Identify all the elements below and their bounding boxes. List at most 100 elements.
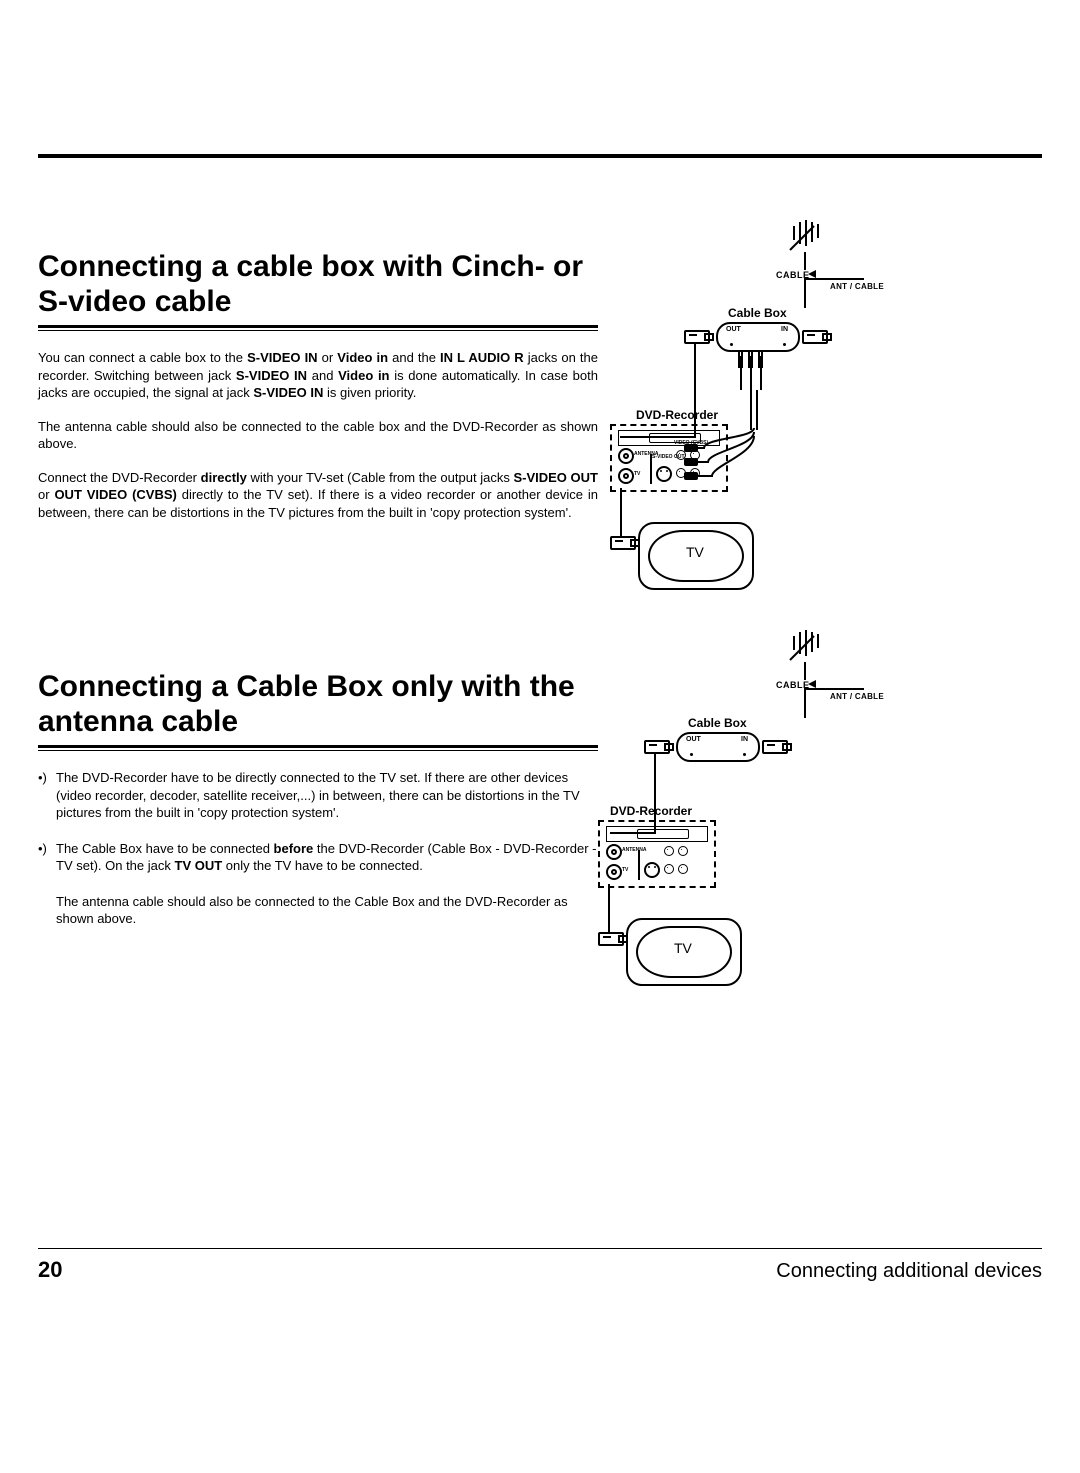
wire bbox=[804, 688, 806, 718]
section1-p2: The antenna cable should also be connect… bbox=[38, 418, 598, 453]
label-video: VIDEO (CVBS) bbox=[674, 440, 708, 446]
label-out: OUT bbox=[726, 326, 741, 333]
t: directly bbox=[201, 470, 247, 485]
section1-p3: Connect the DVD-Recorder directly with y… bbox=[38, 469, 598, 522]
t: You can connect a cable box to the bbox=[38, 350, 247, 365]
label-antenna-small: ANTENNA bbox=[622, 847, 646, 853]
section2-title: Connecting a Cable Box only with the ant… bbox=[38, 670, 598, 739]
label-ant-cable: ANT / CABLE bbox=[830, 282, 884, 291]
label-in: IN bbox=[741, 736, 748, 743]
t: Connect the DVD-Recorder bbox=[38, 470, 201, 485]
jack-dot bbox=[743, 753, 746, 756]
t: S-VIDEO IN bbox=[236, 368, 307, 383]
rule-heavy bbox=[38, 745, 598, 748]
page-number: 20 bbox=[38, 1257, 62, 1283]
rca-jack-icon bbox=[690, 468, 700, 478]
t: Video in bbox=[337, 350, 388, 365]
jack-dot bbox=[783, 343, 786, 346]
rca-plug-icon bbox=[738, 356, 768, 390]
label-tv: TV bbox=[674, 940, 692, 956]
antenna-icon bbox=[784, 630, 828, 664]
coax-plug-icon bbox=[802, 330, 828, 344]
jack-dot bbox=[730, 343, 733, 346]
wire bbox=[804, 662, 806, 680]
rule-thin bbox=[38, 330, 598, 331]
section2-list: The DVD-Recorder have to be directly con… bbox=[38, 769, 598, 875]
rule-heavy bbox=[38, 325, 598, 328]
wire bbox=[608, 884, 610, 932]
t: before bbox=[274, 841, 314, 856]
wire bbox=[804, 688, 864, 690]
svideo-jack-icon bbox=[656, 466, 672, 482]
wire bbox=[804, 252, 806, 270]
footer-rule bbox=[38, 1248, 1042, 1249]
wire bbox=[804, 278, 864, 280]
label-cable-box: Cable Box bbox=[728, 306, 787, 320]
label-cable-box: Cable Box bbox=[688, 716, 747, 730]
section-cinch-svideo: Connecting a cable box with Cinch- or S-… bbox=[38, 0, 1042, 610]
t: with your TV-set (Cable from the output … bbox=[251, 470, 514, 485]
rca-jack-icon bbox=[676, 468, 686, 478]
coax-plug-icon bbox=[644, 740, 670, 754]
wire bbox=[804, 278, 806, 308]
rca-jack-icon bbox=[664, 864, 674, 874]
dvd-recorder-box: ANTENNA TV S-VIDEO OUT VIDEO (CVBS) bbox=[610, 424, 728, 492]
section2-title-text: Connecting a Cable Box only with the ant… bbox=[38, 670, 575, 738]
coax-plug-icon bbox=[684, 330, 710, 344]
rule-thin bbox=[38, 750, 598, 751]
wire bbox=[620, 488, 622, 536]
t: is given priority. bbox=[327, 385, 416, 400]
coax-plug-icon bbox=[610, 536, 636, 550]
t: only the TV have to be connected. bbox=[226, 858, 423, 873]
diagram-antenna-only: CABLE ANT / CABLE Cable Box OUT IN bbox=[618, 640, 898, 1010]
section1-title-text: Connecting a cable box with Cinch- or S-… bbox=[38, 250, 583, 318]
t: or bbox=[38, 487, 54, 502]
section-antenna-only: Connecting a Cable Box only with the ant… bbox=[38, 610, 1042, 1030]
label-out: OUT bbox=[686, 736, 701, 743]
rca-jack-icon bbox=[664, 846, 674, 856]
rca-jack-icon bbox=[678, 846, 688, 856]
rca-jack-icon bbox=[678, 864, 688, 874]
section2-li1: The DVD-Recorder have to be directly con… bbox=[38, 769, 598, 822]
section1-title: Connecting a cable box with Cinch- or S-… bbox=[38, 250, 598, 319]
divider bbox=[638, 850, 640, 880]
label-dvd-recorder: DVD-Recorder bbox=[610, 804, 692, 818]
wire bbox=[750, 390, 758, 430]
coax-plug-icon bbox=[598, 932, 624, 946]
t: S-VIDEO IN bbox=[247, 350, 318, 365]
t: S-VIDEO OUT bbox=[513, 470, 598, 485]
section2-li2-followup: The antenna cable should also be connect… bbox=[38, 893, 598, 928]
antenna-icon bbox=[784, 220, 828, 254]
section1-p1: You can connect a cable box to the S-VID… bbox=[38, 349, 598, 402]
label-tv: TV bbox=[686, 544, 704, 560]
diagram-cinch-svideo: CABLE ANT / CABLE Cable Box OUT IN bbox=[618, 230, 898, 600]
rca-jack-icon bbox=[690, 450, 700, 460]
t: or bbox=[322, 350, 338, 365]
t: S-VIDEO IN bbox=[253, 385, 323, 400]
tv-jack-icon bbox=[618, 468, 634, 484]
arrow-icon bbox=[808, 680, 816, 688]
antenna-jack-icon bbox=[618, 448, 634, 464]
t: IN L AUDIO R bbox=[440, 350, 524, 365]
t: The DVD-Recorder have to be directly con… bbox=[56, 770, 580, 820]
label-tv-small: TV bbox=[622, 867, 628, 873]
t: OUT VIDEO (CVBS) bbox=[54, 487, 176, 502]
arrow-icon bbox=[808, 270, 816, 278]
t: and bbox=[312, 368, 338, 383]
t: TV OUT bbox=[175, 858, 223, 873]
label-ant-cable: ANT / CABLE bbox=[830, 692, 884, 701]
footer-title: Connecting additional devices bbox=[776, 1260, 1042, 1283]
footer: 20 Connecting additional devices bbox=[38, 1248, 1042, 1283]
t: The Cable Box have to be connected bbox=[56, 841, 274, 856]
antenna-jack-icon bbox=[606, 844, 622, 860]
cable-box-body: OUT IN bbox=[716, 322, 800, 352]
tv-jack-icon bbox=[606, 864, 622, 880]
label-dvd-recorder: DVD-Recorder bbox=[636, 408, 718, 422]
label-in: IN bbox=[781, 326, 788, 333]
section2-li2: The Cable Box have to be connected befor… bbox=[38, 840, 598, 875]
jack-dot bbox=[690, 753, 693, 756]
svideo-jack-icon bbox=[644, 862, 660, 878]
t: and the bbox=[392, 350, 440, 365]
t: Video in bbox=[338, 368, 389, 383]
dvd-recorder-box: ANTENNA TV bbox=[598, 820, 716, 888]
